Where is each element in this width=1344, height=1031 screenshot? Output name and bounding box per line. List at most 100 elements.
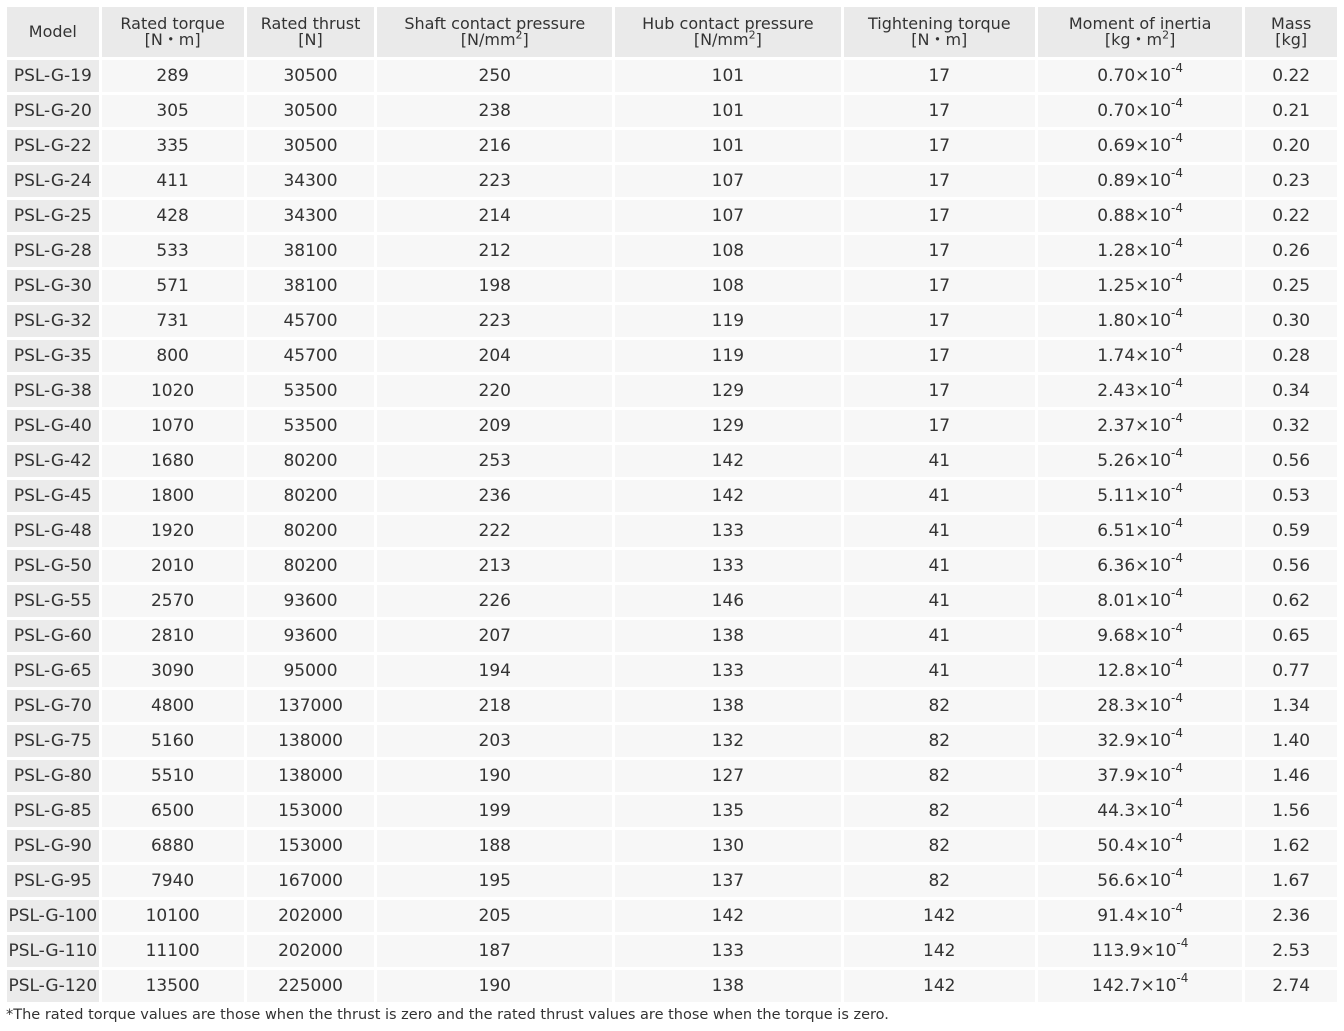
mass-cell: 0.65	[1245, 620, 1337, 652]
table-row: PSL-G-38 1020 53500 220 129 17 2.43×10-4 0.34	[7, 375, 1337, 407]
inertia-exponent: -4	[1171, 761, 1183, 776]
footnote: *The rated torque values are those when …	[6, 1007, 889, 1023]
inertia-cell: 56.6×10-4	[1037, 865, 1243, 897]
inertia-exponent: -4	[1171, 341, 1183, 356]
shaft-pressure-cell: 188	[377, 830, 613, 862]
rated-thrust-header: Rated thrust [N]	[246, 7, 375, 57]
table-row: PSL-G-35 800 45700 204 119 17 1.74×10-4 0.28	[7, 340, 1337, 372]
model-cell: PSL-G-120	[7, 970, 99, 1002]
model-cell: PSL-G-40	[7, 410, 99, 442]
tightening-torque-cell: 41	[843, 445, 1035, 477]
tightening-torque-cell: 41	[843, 620, 1035, 652]
inertia-cell: 1.28×10-4	[1037, 235, 1243, 267]
model-cell: PSL-G-45	[7, 480, 99, 512]
mass-cell: 0.30	[1245, 305, 1337, 337]
model-cell: PSL-G-28	[7, 235, 99, 267]
rated-thrust-cell: 45700	[246, 305, 375, 337]
tightening-torque-cell: 142	[843, 970, 1035, 1002]
mass-cell: 1.46	[1245, 760, 1337, 792]
header-unit: [kg・m2]	[1104, 28, 1176, 49]
model-cell: PSL-G-24	[7, 165, 99, 197]
rated-torque-cell: 533	[101, 235, 244, 267]
hub-pressure-cell: 137	[615, 865, 841, 897]
specifications-table: Model Rated torque [N・m] Rated thrust [N] Sha…	[4, 4, 1340, 1005]
mass-cell: 0.56	[1245, 445, 1337, 477]
rated-thrust-cell: 202000	[246, 900, 375, 932]
inertia-cell: 37.9×10-4	[1037, 760, 1243, 792]
tightening-torque-cell: 82	[843, 725, 1035, 757]
shaft-pressure-cell: 190	[377, 760, 613, 792]
mass-cell: 1.40	[1245, 725, 1337, 757]
hub-pressure-cell: 127	[615, 760, 841, 792]
model-cell: PSL-G-75	[7, 725, 99, 757]
table-row: PSL-G-30 571 38100 198 108 17 1.25×10-4 0.25	[7, 270, 1337, 302]
table-row: PSL-G-24 411 34300 223 107 17 0.89×10-4 0.23	[7, 165, 1337, 197]
model-cell: PSL-G-32	[7, 305, 99, 337]
rated-torque-cell: 7940	[101, 865, 244, 897]
inertia-exponent: -4	[1171, 61, 1183, 76]
tightening-torque-cell: 41	[843, 655, 1035, 687]
tightening-torque-cell: 41	[843, 585, 1035, 617]
header-row: Model Rated torque [N・m] Rated thrust [N] Sha…	[7, 7, 1337, 57]
tightening-torque-cell: 17	[843, 95, 1035, 127]
hub-pressure-cell: 119	[615, 340, 841, 372]
table-row: PSL-G-42 1680 80200 253 142 41 5.26×10-4 0.56	[7, 445, 1337, 477]
tightening-torque-cell: 17	[843, 410, 1035, 442]
mass-cell: 0.34	[1245, 375, 1337, 407]
inertia-cell: 2.37×10-4	[1037, 410, 1243, 442]
hub-pressure-cell: 138	[615, 690, 841, 722]
inertia-cell: 0.88×10-4	[1037, 200, 1243, 232]
rated-torque-cell: 5160	[101, 725, 244, 757]
hub-pressure-cell: 133	[615, 935, 841, 967]
rated-torque-cell: 335	[101, 130, 244, 162]
tightening-torque-cell: 17	[843, 60, 1035, 92]
rated-torque-cell: 2010	[101, 550, 244, 582]
tightening-torque-cell: 82	[843, 830, 1035, 862]
tightening-torque-cell: 17	[843, 165, 1035, 197]
rated-torque-cell: 5510	[101, 760, 244, 792]
mass-cell: 0.32	[1245, 410, 1337, 442]
hub-pressure-cell: 138	[615, 620, 841, 652]
mass-cell: 1.56	[1245, 795, 1337, 827]
inertia-cell: 44.3×10-4	[1037, 795, 1243, 827]
tightening-torque-cell: 17	[843, 235, 1035, 267]
inertia-exponent: -4	[1171, 411, 1183, 426]
rated-thrust-cell: 53500	[246, 410, 375, 442]
rated-torque-cell: 731	[101, 305, 244, 337]
shaft-pressure-cell: 213	[377, 550, 613, 582]
hub-pressure-cell: 107	[615, 200, 841, 232]
model-cell: PSL-G-22	[7, 130, 99, 162]
tightening-torque-cell: 142	[843, 900, 1035, 932]
rated-torque-cell: 6500	[101, 795, 244, 827]
rated-thrust-cell: 138000	[246, 725, 375, 757]
inertia-cell: 0.69×10-4	[1037, 130, 1243, 162]
table-row: PSL-G-48 1920 80200 222 133 41 6.51×10-4 0.59	[7, 515, 1337, 547]
mass-cell: 0.62	[1245, 585, 1337, 617]
inertia-cell: 113.9×10-4	[1037, 935, 1243, 967]
mass-cell: 0.59	[1245, 515, 1337, 547]
rated-torque-cell: 1070	[101, 410, 244, 442]
inertia-exponent: -4	[1171, 201, 1183, 216]
inertia-exponent: -4	[1171, 446, 1183, 461]
tightening-torque-header: Tightening torque [N・m]	[843, 7, 1035, 57]
mass-cell: 0.21	[1245, 95, 1337, 127]
inertia-exponent: -4	[1171, 726, 1183, 741]
rated-thrust-cell: 225000	[246, 970, 375, 1002]
inertia-exponent: -4	[1171, 691, 1183, 706]
shaft-pressure-cell: 216	[377, 130, 613, 162]
table-row: PSL-G-85 6500 153000 199 135 82 44.3×10-4 1.56	[7, 795, 1337, 827]
tightening-torque-cell: 41	[843, 480, 1035, 512]
inertia-exponent: -4	[1171, 551, 1183, 566]
inertia-cell: 1.74×10-4	[1037, 340, 1243, 372]
mass-cell: 2.53	[1245, 935, 1337, 967]
inertia-exponent: -4	[1171, 866, 1183, 881]
table-row: PSL-G-32 731 45700 223 119 17 1.80×10-4 0.30	[7, 305, 1337, 337]
shaft-pressure-cell: 212	[377, 235, 613, 267]
shaft-pressure-cell: 194	[377, 655, 613, 687]
model-header: Model	[7, 7, 99, 57]
hub-pressure-header: Hub contact pressure [N/mm2]	[615, 7, 841, 57]
rated-torque-cell: 1680	[101, 445, 244, 477]
inertia-cell: 2.43×10-4	[1037, 375, 1243, 407]
inertia-cell: 91.4×10-4	[1037, 900, 1243, 932]
hub-pressure-cell: 142	[615, 445, 841, 477]
